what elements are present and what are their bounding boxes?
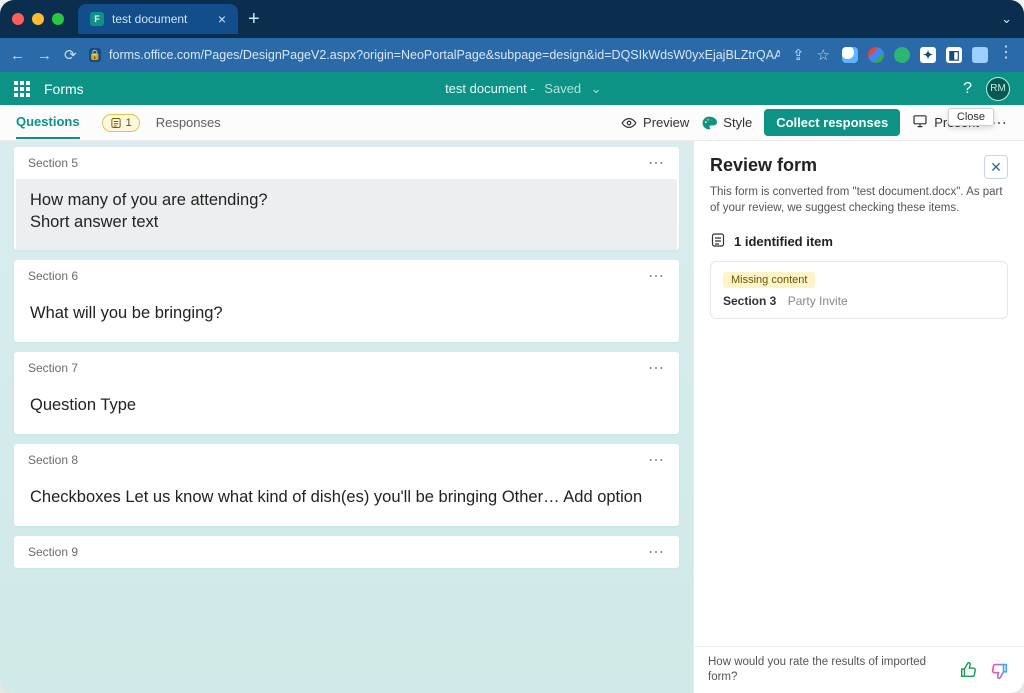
thumbs-down-icon[interactable] — [988, 659, 1010, 681]
checklist-icon — [110, 117, 122, 129]
tab-questions[interactable]: Questions — [16, 106, 80, 139]
review-item-section: Section 3 — [723, 294, 776, 308]
feedback-question: How would you rate the results of import… — [708, 655, 948, 685]
question-text: Checkboxes Let us know what kind of dish… — [30, 486, 663, 508]
review-panel: Review form ✕ This form is converted fro… — [693, 141, 1024, 693]
new-tab-button[interactable]: + — [248, 8, 260, 31]
section-label: Section 5 — [28, 156, 78, 170]
section-label: Section 7 — [28, 361, 78, 375]
app-header: Forms test document - Saved ⌄ ? RM — [0, 72, 1024, 105]
review-badge[interactable]: 1 — [102, 114, 140, 132]
section-more-icon[interactable]: ⋯ — [648, 153, 665, 173]
browser-tab-title: test document — [112, 12, 187, 26]
tab-responses[interactable]: Responses — [156, 107, 221, 138]
preview-label: Preview — [643, 115, 689, 130]
extension-moon-icon[interactable] — [842, 47, 858, 63]
review-badge-count: 1 — [126, 117, 132, 129]
extension-icons: ✦ ◧ ⋮ — [842, 47, 1014, 63]
minimize-window-dot[interactable] — [32, 13, 44, 25]
tabs-dropdown-icon[interactable]: ⌄ — [1001, 11, 1012, 27]
extension-box-icon[interactable]: ◧ — [946, 47, 962, 63]
review-description: This form is converted from "test docume… — [694, 185, 1024, 228]
browser-menu-icon[interactable]: ⋮ — [998, 47, 1014, 63]
app-launcher-icon[interactable] — [14, 81, 30, 97]
review-count: 1 identified item — [694, 228, 1024, 261]
close-panel-button[interactable]: ✕ — [984, 155, 1008, 179]
save-status: Saved — [544, 81, 581, 96]
section-card[interactable]: Section 8 ⋯ Checkboxes Let us know what … — [14, 444, 679, 526]
review-count-label: 1 identified item — [734, 234, 833, 249]
question-text: How many of you are attending? — [30, 189, 663, 211]
section-more-icon[interactable]: ⋯ — [648, 266, 665, 286]
style-button[interactable]: Style — [701, 115, 752, 131]
address-field[interactable]: 🔒 forms.office.com/Pages/DesignPageV2.as… — [89, 48, 780, 62]
question-text: Question Type — [30, 394, 663, 416]
chevron-down-icon: ⌄ — [591, 81, 602, 96]
close-window-dot[interactable] — [12, 13, 24, 25]
url-text: forms.office.com/Pages/DesignPageV2.aspx… — [109, 48, 780, 62]
forward-icon[interactable]: → — [37, 47, 52, 64]
section-label: Section 9 — [28, 545, 78, 559]
question-subtext: Short answer text — [30, 211, 663, 233]
avatar-initials: RM — [990, 83, 1006, 94]
browser-tab[interactable]: F test document × — [78, 4, 238, 34]
thumbs-up-icon[interactable] — [958, 660, 978, 680]
document-title: test document — [445, 81, 527, 96]
browser-titlebar: F test document × + ⌄ — [0, 0, 1024, 38]
section-card[interactable]: Section 9 ⋯ — [14, 536, 679, 568]
question-text: What will you be bringing? — [30, 302, 663, 324]
avatar[interactable]: RM — [986, 77, 1010, 101]
section-card[interactable]: Section 6 ⋯ What will you be bringing? — [14, 260, 679, 342]
style-label: Style — [723, 115, 752, 130]
extension-chrome-icon[interactable] — [868, 47, 884, 63]
forms-favicon: F — [90, 12, 104, 26]
section-label: Section 8 — [28, 453, 78, 467]
help-icon[interactable]: ? — [963, 80, 972, 98]
reload-icon[interactable]: ⟳ — [64, 46, 77, 64]
form-canvas: Section 5 ⋯ How many of you are attendin… — [0, 141, 693, 693]
extension-green-icon[interactable] — [894, 47, 910, 63]
back-icon[interactable]: ← — [10, 47, 25, 64]
review-item[interactable]: Missing content Section 3 Party Invite — [710, 261, 1008, 319]
section-more-icon[interactable]: ⋯ — [648, 450, 665, 470]
section-card[interactable]: Section 5 ⋯ How many of you are attendin… — [14, 147, 679, 250]
eye-icon — [621, 115, 637, 131]
section-label: Section 6 — [28, 269, 78, 283]
preview-button[interactable]: Preview — [621, 115, 689, 131]
review-title: Review form — [710, 155, 817, 176]
star-icon[interactable]: ☆ — [817, 46, 830, 64]
doc-title-divider: - — [530, 81, 538, 96]
review-item-chip: Missing content — [723, 272, 815, 288]
share-icon[interactable]: ⇪ — [792, 46, 805, 64]
present-icon — [912, 113, 928, 132]
collect-responses-button[interactable]: Collect responses — [764, 109, 900, 136]
browser-address-bar: ← → ⟳ 🔒 forms.office.com/Pages/DesignPag… — [0, 38, 1024, 72]
palette-icon — [701, 115, 717, 131]
extension-puzzle-icon[interactable]: ✦ — [920, 47, 936, 63]
window-controls — [12, 13, 64, 25]
command-bar: Questions 1 Responses Preview Style Coll… — [0, 105, 1024, 141]
app-name[interactable]: Forms — [44, 81, 84, 97]
section-card[interactable]: Section 7 ⋯ Question Type — [14, 352, 679, 434]
section-more-icon[interactable]: ⋯ — [648, 358, 665, 378]
review-item-name: Party Invite — [788, 294, 848, 308]
extension-profile-icon[interactable] — [972, 47, 988, 63]
document-title-area[interactable]: test document - Saved ⌄ — [84, 81, 963, 97]
close-tooltip: Close — [948, 108, 994, 126]
zoom-window-dot[interactable] — [52, 13, 64, 25]
lock-icon: 🔒 — [89, 48, 101, 62]
checklist-icon — [710, 232, 726, 251]
review-feedback-bar: How would you rate the results of import… — [694, 646, 1024, 693]
close-tab-icon[interactable]: × — [218, 11, 226, 27]
section-more-icon[interactable]: ⋯ — [648, 542, 665, 562]
